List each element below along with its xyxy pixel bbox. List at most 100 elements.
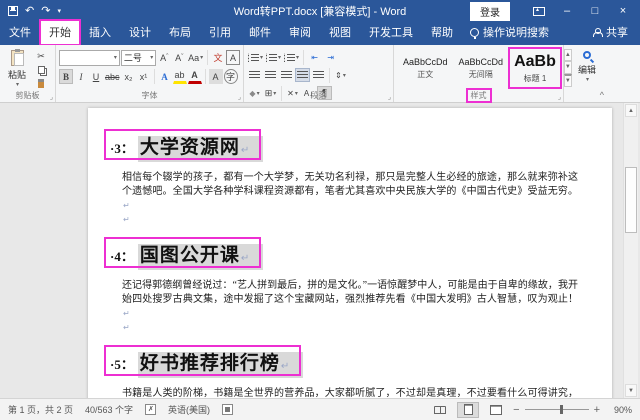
zoom-level[interactable]: 90% [606,405,632,415]
maximize-button[interactable]: □ [582,2,608,20]
ribbon-display-options-button[interactable] [526,2,552,20]
print-layout-button[interactable] [457,401,480,418]
clipboard-dialog-launcher-icon[interactable]: ⌟ [50,93,53,101]
tab-label: 帮助 [431,27,453,39]
save-icon[interactable] [8,6,18,16]
minimize-button[interactable]: – [554,2,580,20]
italic-button[interactable]: I [74,69,88,84]
font-size-combobox[interactable]: 二号 ▾ [120,49,157,66]
decrease-indent-button[interactable]: ⇤ [307,50,322,64]
vertical-scrollbar[interactable]: ▲ ▼ [623,103,638,398]
zoom-slider[interactable] [524,405,589,414]
grow-font-button[interactable]: A [157,50,171,65]
page-indicator[interactable]: 第 1 页，共 2 页 [8,403,73,416]
increase-indent-button[interactable]: ⇥ [323,50,338,64]
tab-邮件[interactable]: 邮件 [240,20,280,45]
body-paragraph[interactable]: 书籍是人类的阶梯，书籍是全世界的营养品，大家都听腻了，不过却是真理，不过要看什么… [122,387,578,398]
distribute-button[interactable] [311,68,326,82]
tab-布局[interactable]: 布局 [160,20,200,45]
tab-设计[interactable]: 设计 [120,20,160,45]
clipboard-group-label: 剪贴板 [15,91,40,100]
zoom-slider-thumb[interactable] [560,405,564,414]
tab-开始[interactable]: 开始 [39,19,81,46]
text-highlight-button[interactable]: ab [172,69,187,84]
text-effects-button[interactable]: A [158,69,172,84]
zoom-in-button[interactable]: + [594,404,600,416]
styles-dialog-launcher-icon[interactable]: ⌟ [558,93,561,101]
font-dialog-launcher-icon[interactable]: ⌟ [238,93,241,101]
close-button[interactable]: × [610,2,636,20]
collapse-ribbon-icon[interactable]: ^ [600,90,604,100]
zoom-out-button[interactable]: − [513,404,519,416]
tell-me-search[interactable]: 操作说明搜索 [462,20,557,45]
paragraph-dialog-launcher-icon[interactable]: ⌟ [388,93,391,101]
tab-引用[interactable]: 引用 [200,20,240,45]
heading-selection-highlight: 大学资源网↵ [137,136,264,162]
bullets-button[interactable]: ▾ [247,50,264,64]
body-paragraph[interactable]: 相信每个辍学的孩子，都有一个大学梦，无关功名利禄，那只是完整人生必经的旅途，那么… [122,171,578,213]
tab-label: 开发工具 [369,27,413,39]
web-layout-button[interactable] [485,402,507,418]
shrink-font-button[interactable]: A [172,50,186,65]
paste-dropdown-icon[interactable]: ▾ [16,81,19,88]
enclose-characters-button[interactable]: 字 [223,69,238,84]
body-paragraph[interactable]: 还记得郭德纲曾经说过：“艺人拼到最后，拼的是文化。”一语惊醒梦中人，可能是由于自… [122,279,578,321]
character-shading-button[interactable]: A [208,69,223,84]
justify-button[interactable] [295,68,310,82]
zoom-control: − + [513,404,600,416]
tab-审阅[interactable]: 审阅 [280,20,320,45]
doc-section: ·3： 大学资源网↵ 相信每个辍学的孩子，都有一个大学梦，无关功名利禄，那只是完整… [104,118,578,226]
customize-qat-icon[interactable]: ▾ [57,8,61,15]
style-item-无间隔[interactable]: AaBbCcDd 无间隔 [455,49,508,87]
style-item-正文[interactable]: AaBbCcDd 正文 [399,49,452,87]
numbering-button[interactable]: ▾ [265,50,282,64]
heading-line[interactable]: ·4： 国图公开课↵ [104,237,264,270]
paragraph-mark: ↵ [240,145,250,156]
tab-视图[interactable]: 视图 [320,20,360,45]
font-color-button[interactable]: A [187,69,202,84]
align-left-button[interactable] [247,68,262,82]
heading-line[interactable]: ·3： 大学资源网↵ [104,129,264,162]
sign-in-button[interactable]: 登录 [470,1,510,21]
tab-帮助[interactable]: 帮助 [422,20,462,45]
heading-title: 好书推荐排行榜 [139,353,280,374]
redo-icon[interactable]: ↷ [41,5,50,17]
copy-button[interactable] [33,64,49,76]
multilevel-list-button[interactable]: ▾ [283,50,300,64]
superscript-button[interactable]: x¹ [137,69,151,84]
line-spacing-button[interactable]: ⇕ ▾ [333,68,348,82]
strikethrough-button[interactable]: abc [104,69,121,84]
undo-icon[interactable]: ↶ [25,5,34,17]
document-page[interactable]: ·3： 大学资源网↵ 相信每个辍学的孩子，都有一个大学梦，无关功名利禄，那只是完整… [88,108,612,398]
macro-record-icon[interactable] [222,404,234,415]
tab-文件[interactable]: 文件 [0,20,40,45]
align-center-button[interactable] [263,68,278,82]
tab-开发工具[interactable]: 开发工具 [360,20,422,45]
scroll-up-icon[interactable]: ▲ [625,104,637,117]
heading-number: ·4： [110,249,134,264]
proofing-status-icon[interactable] [145,404,157,415]
underline-button[interactable]: U [89,69,103,84]
phonetic-guide-button[interactable]: 文 [211,50,225,65]
character-border-button[interactable]: A [226,50,241,65]
style-item-标题 1[interactable]: AaBb 标题 1 [508,47,562,89]
paste-button[interactable]: 粘贴 ▾ [3,48,31,89]
cut-button[interactable]: ✂ [33,50,49,63]
align-right-button[interactable] [279,68,294,82]
read-mode-button[interactable] [429,402,451,418]
language-indicator[interactable]: 英语(美国) [168,403,210,416]
word-count[interactable]: 40/563 个字 [85,403,133,416]
bold-button[interactable]: B [59,69,73,84]
format-painter-button[interactable] [33,77,49,89]
heading-line[interactable]: ·5： 好书推荐排行榜↵ [104,345,304,378]
scrollbar-thumb[interactable] [625,167,637,233]
body-text: 还记得郭德纲曾经说过：“艺人拼到最后，拼的是文化。”一语惊醒梦中人，可能是由于自… [122,280,578,305]
tab-插入[interactable]: 插入 [80,20,120,45]
subscript-button[interactable]: x₂ [122,69,136,84]
editing-button[interactable]: 编辑 ▾ [567,48,607,83]
share-button[interactable]: 共享 [581,20,640,45]
font-name-combobox[interactable]: ▾ [59,49,120,66]
scroll-down-icon[interactable]: ▼ [625,384,637,397]
change-case-button[interactable]: Aa ▾ [187,50,204,65]
paragraph-mark: ↵ [240,253,250,264]
